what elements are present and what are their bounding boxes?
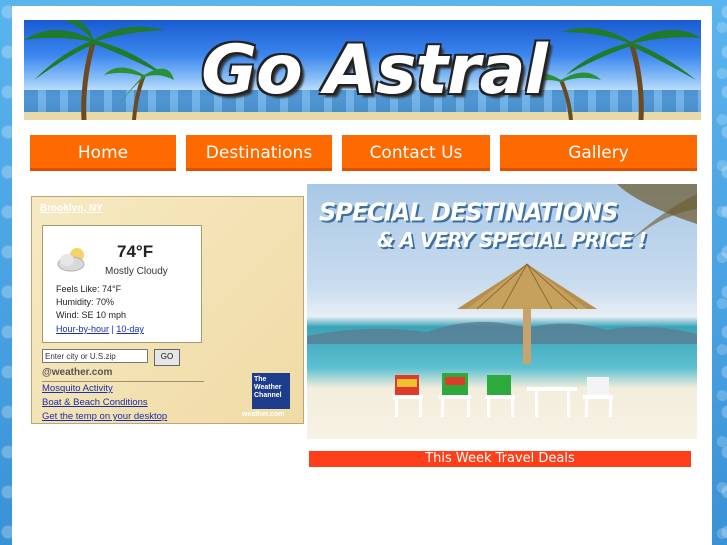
weather-temperature: 74°F: [117, 242, 154, 261]
weather-divider: [42, 381, 204, 382]
main-nav: Home Destinations Contact Us Gallery: [30, 135, 697, 171]
weather-feels-like: Feels Like: 74°F: [56, 284, 122, 294]
ten-day-link[interactable]: 10-day: [116, 324, 144, 334]
link-separator: |: [111, 324, 114, 334]
weather-forecast-links: Hour-by-hour | 10-day: [56, 324, 144, 334]
promo-banner[interactable]: SPECIAL DESTINATIONS & A VERY SPECIAL PR…: [307, 184, 697, 439]
promo-headline: SPECIAL DESTINATIONS: [319, 197, 618, 227]
beach-umbrella-illustration: [457, 263, 597, 364]
weather-brand: @weather.com: [42, 367, 113, 378]
desktop-temp-link[interactable]: Get the temp on your desktop: [42, 411, 167, 422]
weather-city-link[interactable]: Brooklyn, NY: [40, 203, 103, 214]
weather-condition: Mostly Cloudy: [105, 266, 168, 277]
weather-card: 74°F Mostly Cloudy Feels Like: 74°F Humi…: [42, 225, 202, 343]
weather-go-button[interactable]: GO: [154, 349, 180, 366]
weather-wind: Wind: SE 10 mph: [56, 310, 127, 320]
weather-humidity: Humidity: 70%: [56, 297, 115, 307]
hour-by-hour-link[interactable]: Hour-by-hour: [56, 324, 109, 334]
mosquito-activity-link[interactable]: Mosquito Activity: [42, 383, 113, 394]
site-banner: Go Astral: [24, 20, 701, 120]
nav-home-button[interactable]: Home: [30, 135, 176, 171]
boat-beach-link[interactable]: Boat & Beach Conditions: [42, 397, 148, 408]
weather-location-input[interactable]: Enter city or U.S.zip: [42, 349, 148, 363]
nav-contact-button[interactable]: Contact Us: [342, 135, 490, 171]
palm-tree-icon: [24, 20, 174, 120]
promo-subheadline: & A VERY SPECIAL PRICE !: [377, 228, 647, 252]
page-container: Go Astral Home Destinations Contact Us G…: [12, 6, 712, 545]
weather-channel-url: weather.com: [242, 411, 285, 418]
travel-deals-bar[interactable]: This Week Travel Deals: [309, 451, 691, 467]
site-logo[interactable]: Go Astral: [184, 20, 564, 120]
nav-destinations-button[interactable]: Destinations: [186, 135, 332, 171]
weather-channel-logo[interactable]: The Weather Channel: [252, 373, 290, 409]
weather-widget: Brooklyn, NY 74°F Mostly Cloudy Feels Li…: [31, 196, 304, 424]
nav-gallery-button[interactable]: Gallery: [500, 135, 697, 171]
cloud-sun-icon: [57, 248, 85, 272]
beach-chairs-illustration: [393, 373, 613, 417]
